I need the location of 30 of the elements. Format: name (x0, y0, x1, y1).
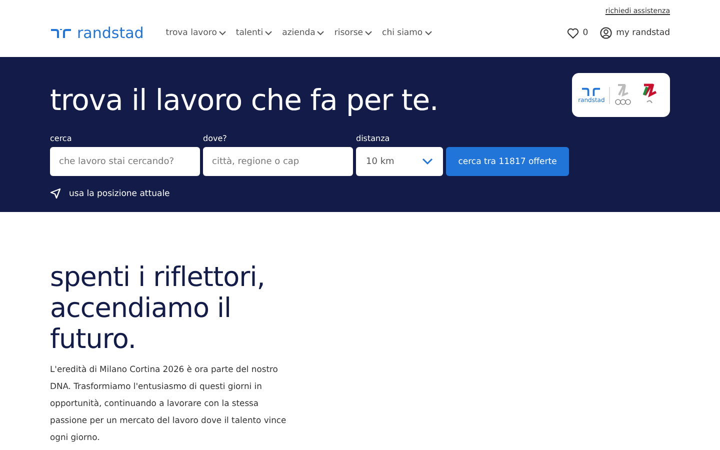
favorites-button[interactable]: 0 (566, 27, 588, 39)
chevron-down-icon (365, 30, 372, 36)
promo-headline: spenti i riflettori, accendiamo il futuro. (50, 262, 266, 355)
search-button[interactable]: cerca tra 11817 offerte (446, 147, 569, 176)
hero-title: trova il lavoro che fa per te. (50, 83, 438, 117)
keyword-field[interactable]: che lavoro stai cercando? (50, 147, 200, 176)
chevron-down-icon (424, 30, 432, 36)
field-label: distanza (356, 134, 391, 144)
nav-menu-item[interactable]: talenti (236, 28, 272, 38)
logo-link[interactable]: randstad (50, 24, 144, 42)
use-location-link[interactable]: usa la posizione attuale (50, 188, 170, 199)
promo-paragraph: L'eredità di Milano Cortina 2026 è ora parte del nostro DNA. Trasformiamo l'entusiasmo di questi giorni in opportunità, continuando a lavorare con la stessa passione per un mercato del lavoro dove il talento vince ogni giorno. (50, 363, 288, 444)
distance-dropdown[interactable]: 10 km (356, 147, 443, 176)
nav-menu-item[interactable]: azienda (282, 28, 324, 38)
field-label: cerca (50, 134, 73, 144)
chevron-down-icon (265, 30, 272, 36)
logo-icon (581, 86, 602, 96)
logo-icon (50, 28, 72, 38)
nav-menu-item[interactable]: chi siamo (382, 28, 432, 38)
account-button[interactable]: my randstad (600, 27, 670, 39)
chevron-down-icon (218, 30, 226, 36)
heart-icon (566, 28, 579, 38)
field-label: dove? (203, 134, 228, 144)
location-field[interactable]: città, regione o cap (203, 147, 353, 176)
nav-menu-item[interactable]: trova lavoro (166, 28, 226, 38)
user-icon (600, 27, 612, 39)
chevron-down-icon (422, 158, 433, 165)
navigation-arrow-icon (50, 188, 61, 199)
chevron-down-icon (317, 30, 324, 36)
nav-menu-item[interactable]: risorse (334, 28, 372, 38)
